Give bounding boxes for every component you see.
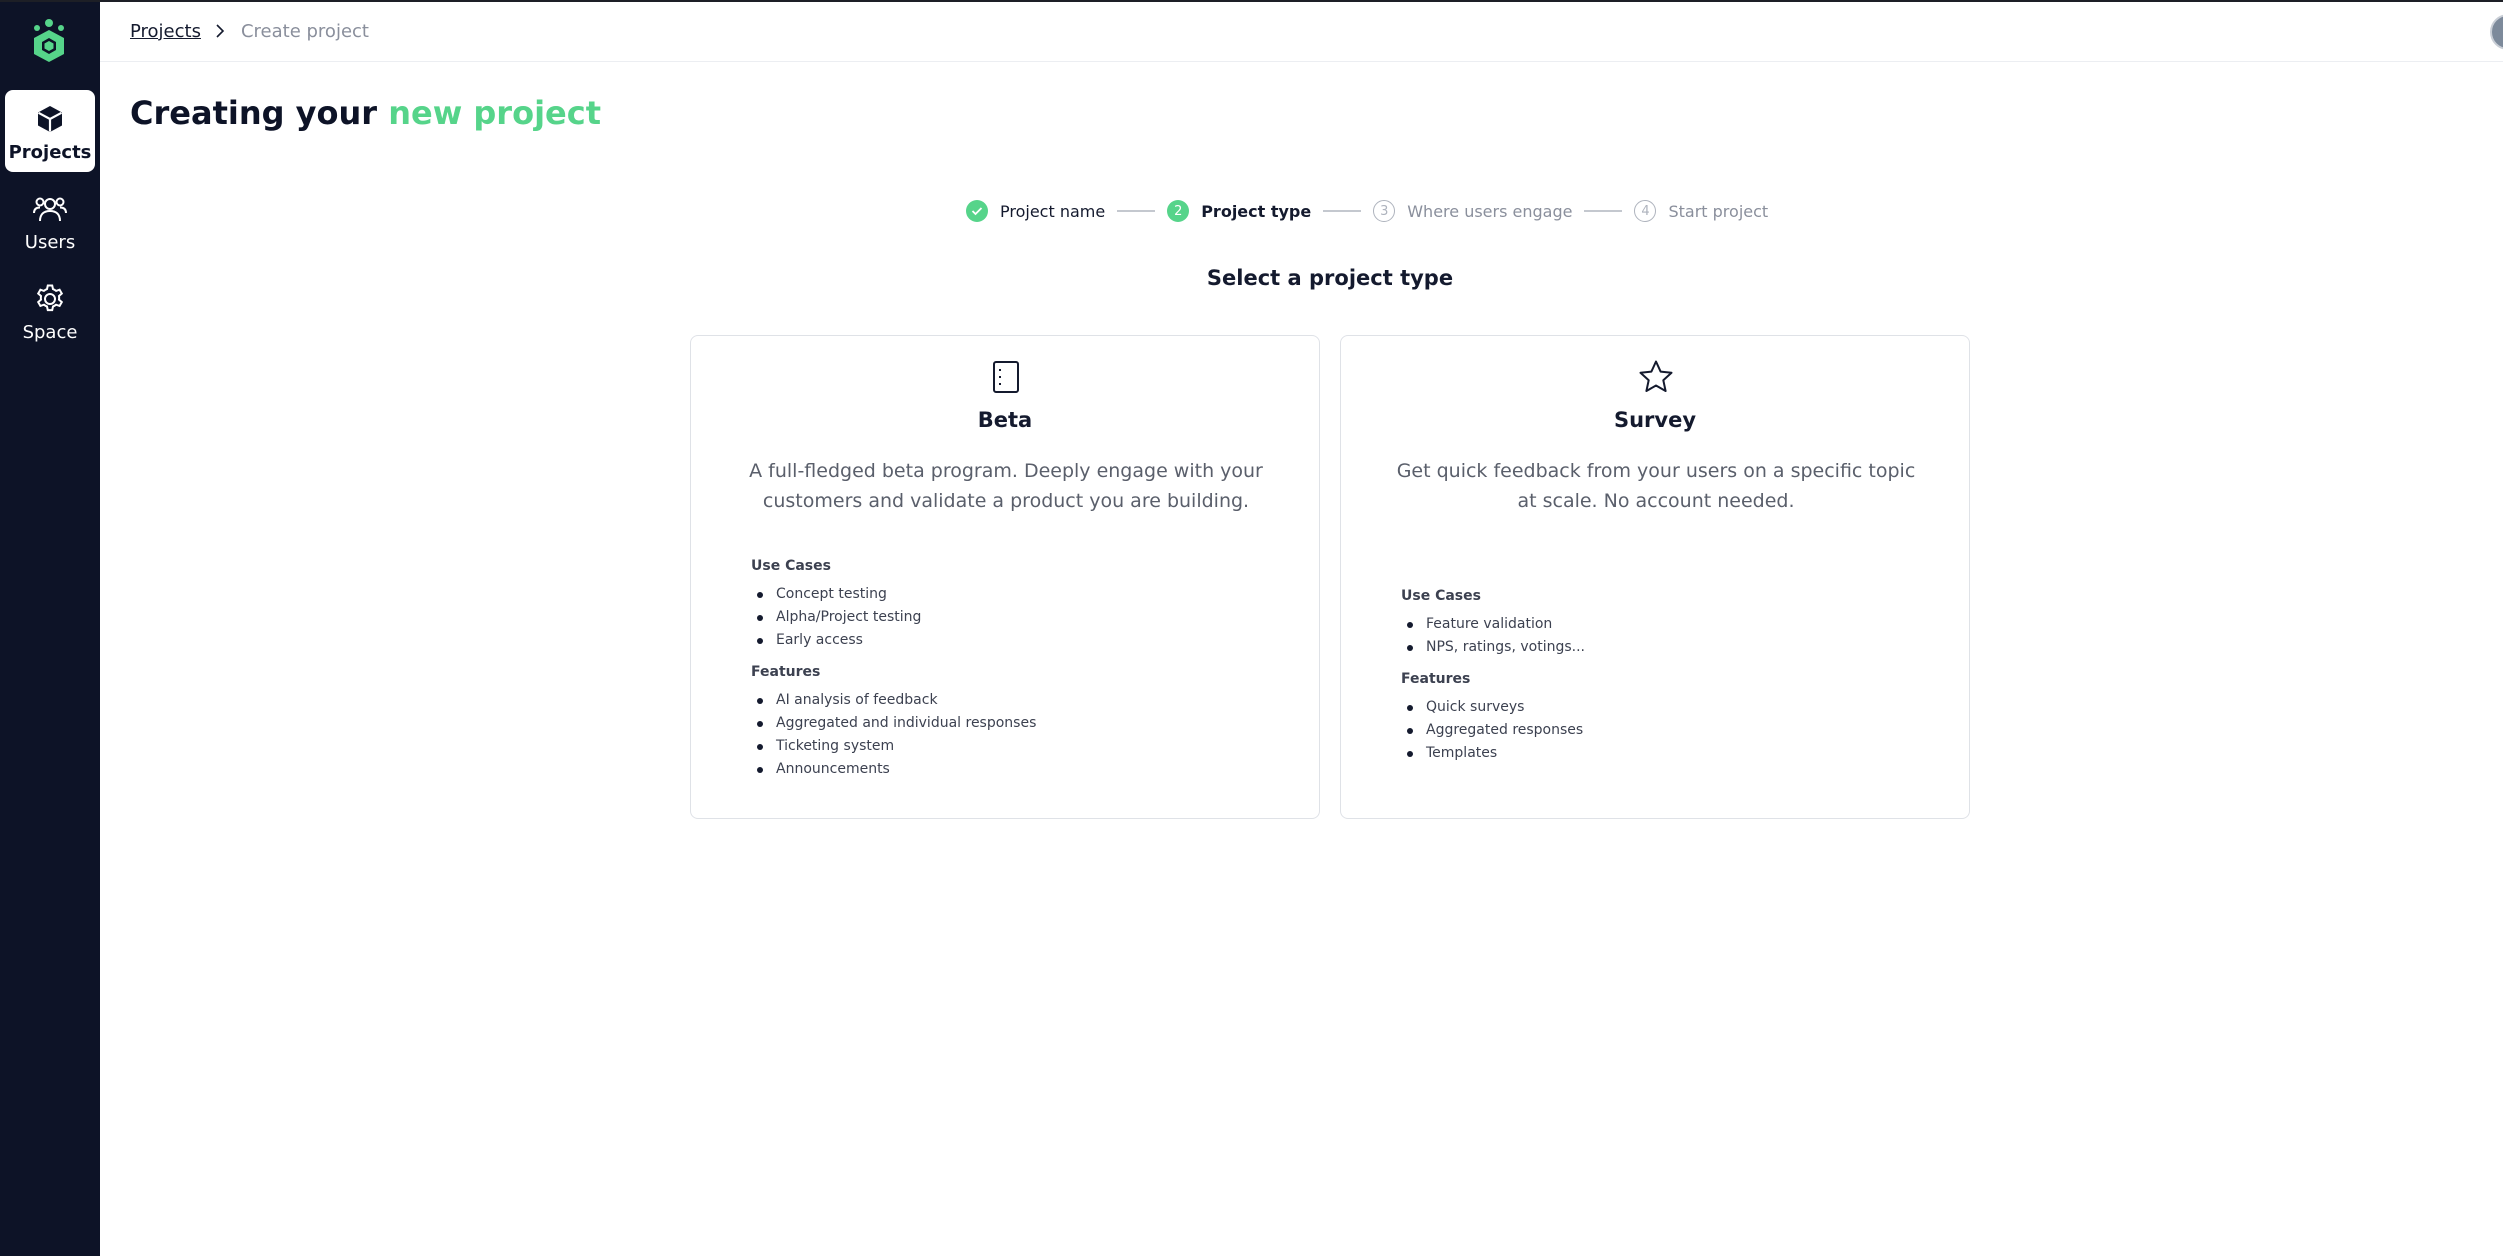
page-title-accent: new project xyxy=(388,94,601,132)
breadcrumb-current: Create project xyxy=(240,20,369,42)
top-header: Projects Create project xyxy=(100,2,2503,62)
list-item: Concept testing xyxy=(751,583,1036,606)
features-heading: Features xyxy=(1401,671,1471,687)
cube-icon xyxy=(33,102,67,136)
breadcrumb: Projects Create project xyxy=(130,20,369,42)
list-item: Early access xyxy=(751,629,1036,652)
card-title: Beta xyxy=(977,408,1033,432)
users-icon xyxy=(33,192,67,226)
list-item: NPS, ratings, votings... xyxy=(1401,636,1585,659)
sidebar-item-label: Projects xyxy=(8,142,92,163)
star-icon xyxy=(1638,358,1674,396)
sidebar-item-projects[interactable]: Projects xyxy=(5,90,95,172)
chevron-right-icon xyxy=(209,20,231,42)
sidebar-item-space[interactable]: Space xyxy=(5,270,95,352)
list-item: Quick surveys xyxy=(1401,696,1585,719)
use-cases-list: Feature validation NPS, ratings, votings… xyxy=(1401,613,1585,659)
features-list: AI analysis of feedback Aggregated and i… xyxy=(751,689,1036,781)
list-item: Alpha/Project testing xyxy=(751,606,1036,629)
step-connector xyxy=(1584,210,1623,212)
use-cases-heading: Use Cases xyxy=(751,558,831,574)
step-where-users-engage: 3 Where users engage xyxy=(1373,200,1572,222)
step-number: 3 xyxy=(1373,200,1396,222)
project-type-card-beta[interactable]: Beta A full-fledged beta program. Deeply… xyxy=(690,335,1320,819)
step-label: Project type xyxy=(1201,201,1312,221)
progress-stepper: Project name 2 Project type 3 Where user… xyxy=(966,196,1768,226)
features-list: Quick surveys Aggregated responses Templ… xyxy=(1401,696,1585,765)
sidebar-item-label: Space xyxy=(22,322,78,343)
sidebar-item-users[interactable]: Users xyxy=(5,180,95,262)
use-cases-heading: Use Cases xyxy=(1401,588,1481,604)
step-label: Start project xyxy=(1668,201,1769,221)
app-logo-icon[interactable] xyxy=(28,18,70,66)
page-title-prefix: Creating your xyxy=(130,94,378,132)
notebook-icon xyxy=(988,358,1024,396)
card-details: Use Cases Feature validation NPS, rating… xyxy=(1401,588,1585,777)
list-item: Aggregated and individual responses xyxy=(751,712,1036,735)
section-title: Select a project type xyxy=(1206,266,1454,290)
list-item: AI analysis of feedback xyxy=(751,689,1036,712)
sidebar: Projects Users Space xyxy=(0,2,100,1256)
breadcrumb-projects-link[interactable]: Projects xyxy=(130,21,201,42)
list-item: Aggregated responses xyxy=(1401,719,1585,742)
sidebar-item-label: Users xyxy=(24,232,76,253)
gear-icon xyxy=(33,282,67,316)
list-item: Ticketing system xyxy=(751,735,1036,758)
check-icon xyxy=(966,200,988,222)
list-item: Feature validation xyxy=(1401,613,1585,636)
step-connector xyxy=(1323,210,1362,212)
step-label: Project name xyxy=(1000,201,1106,221)
step-start-project: 4 Start project xyxy=(1634,200,1768,222)
step-project-type: 2 Project type xyxy=(1167,200,1311,222)
use-cases-list: Concept testing Alpha/Project testing Ea… xyxy=(751,583,1036,652)
project-type-card-survey[interactable]: Survey Get quick feedback from your user… xyxy=(1340,335,1970,819)
card-description: Get quick feedback from your users on a … xyxy=(1396,460,1916,512)
step-connector xyxy=(1117,210,1156,212)
step-number: 2 xyxy=(1167,200,1190,222)
step-project-name[interactable]: Project name xyxy=(966,200,1105,222)
card-description: A full-fledged beta program. Deeply enga… xyxy=(749,460,1263,512)
features-heading: Features xyxy=(751,664,821,680)
page-title: Creating your new project xyxy=(130,94,601,132)
card-title: Survey xyxy=(1613,408,1697,432)
list-item: Announcements xyxy=(751,758,1036,781)
list-item: Templates xyxy=(1401,742,1585,765)
step-number: 4 xyxy=(1634,200,1657,222)
step-label: Where users engage xyxy=(1407,201,1573,221)
card-details: Use Cases Concept testing Alpha/Project … xyxy=(751,558,1036,793)
